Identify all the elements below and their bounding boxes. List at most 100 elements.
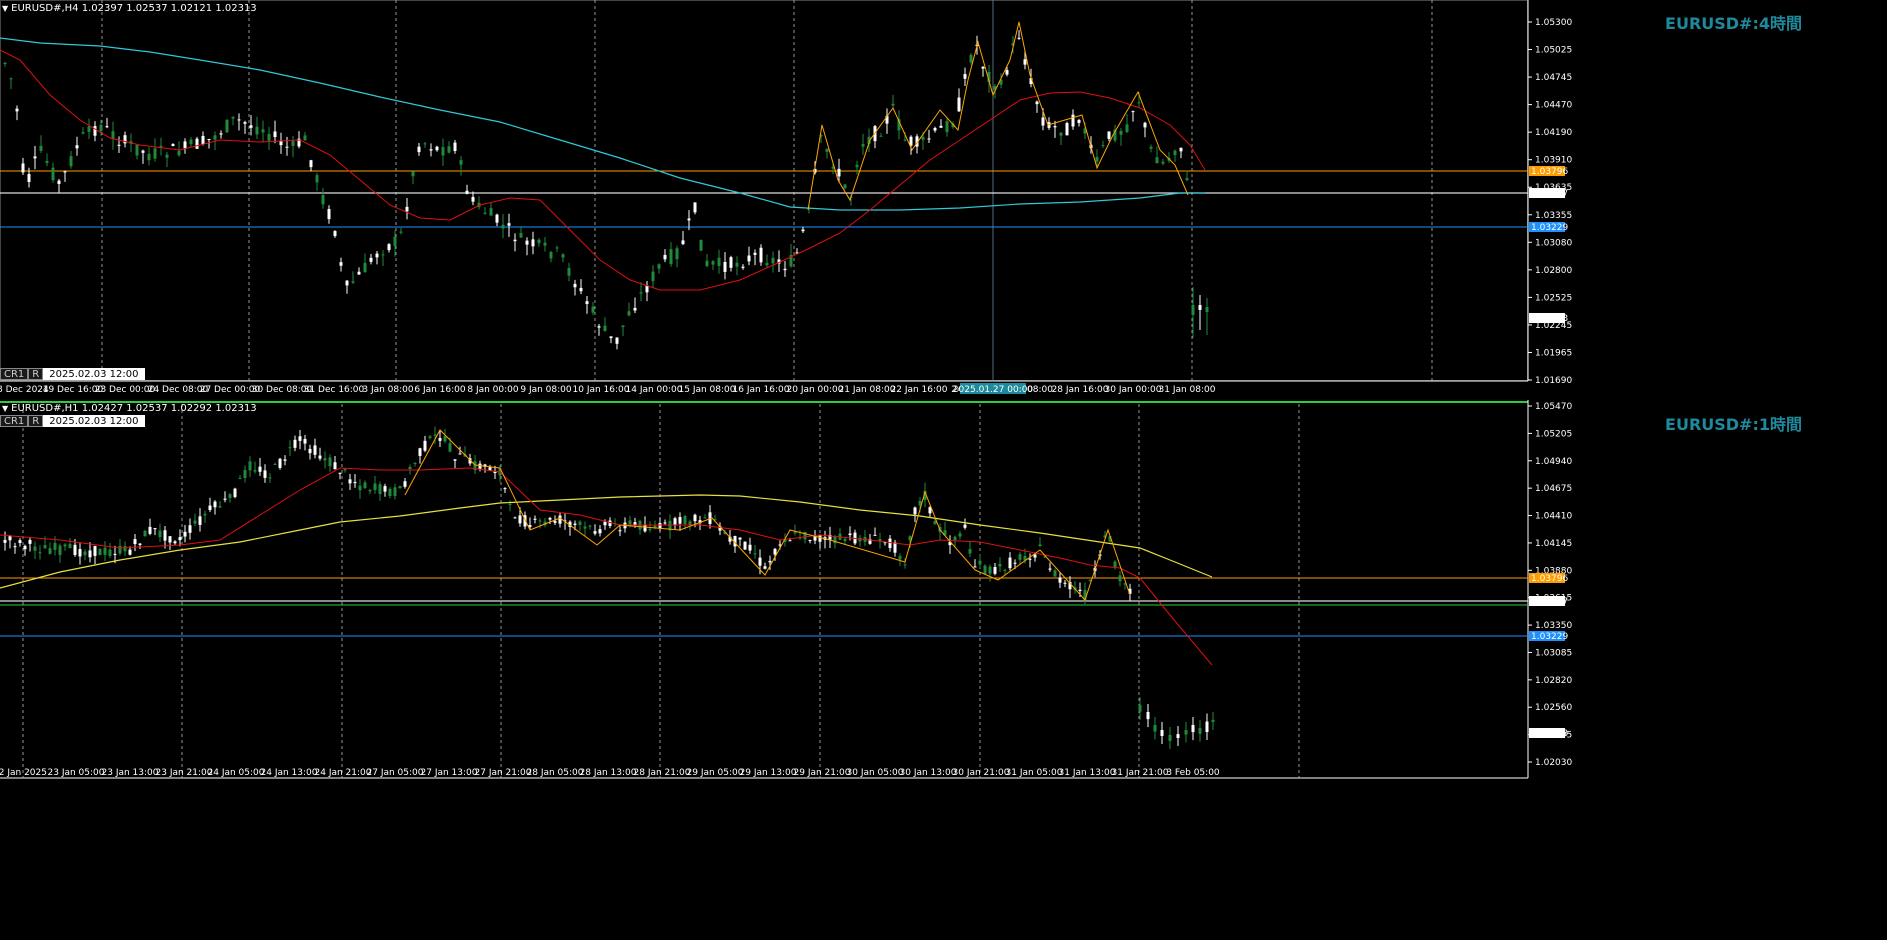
h1-candle [53, 543, 57, 550]
r-label[interactable]: R [28, 415, 44, 427]
h1-candle [28, 539, 32, 544]
h1-candle [1160, 730, 1164, 736]
h4-candle [729, 257, 733, 268]
h4-time-label: 9 Jan 08:00 [520, 385, 572, 395]
h4-candle [543, 242, 547, 246]
h1-candle [188, 525, 192, 533]
h1-candle [1191, 725, 1195, 733]
h4-candle [75, 145, 79, 149]
h1-candle [203, 513, 207, 516]
h4-candle [429, 149, 433, 151]
h1-time-label: 29 Jan 21:00 [794, 768, 851, 778]
h1-candle [113, 553, 117, 555]
h4-candle [141, 150, 145, 153]
h4-candle [513, 239, 517, 242]
collapse-triangle-icon[interactable]: ▼ [2, 4, 8, 13]
h4-candle [705, 260, 709, 267]
h1-time-label: 22 Jan 2025 [0, 768, 47, 778]
h1-candle [8, 535, 12, 541]
h4-candle [69, 156, 73, 167]
h1-time-label: 23 Jan 13:00 [102, 768, 159, 778]
h4-candle [261, 129, 265, 133]
h4-candle [621, 325, 625, 328]
cr1-label[interactable]: CR1 [0, 415, 29, 427]
h4-candle [501, 224, 505, 229]
h4-price-label: 1.04470 [1535, 101, 1572, 111]
h1-candle [383, 486, 387, 492]
h1-price-label: 1.03085 [1535, 648, 1572, 658]
h1-current-tag: 1.02313 [1531, 729, 1568, 739]
h4-candle [459, 160, 463, 165]
h4-candle [171, 144, 175, 147]
h1-candle [328, 457, 332, 467]
h4-candle [861, 143, 865, 147]
cr1-label[interactable]: CR1 [0, 368, 29, 380]
h1-time-label: 23 Jan 21:00 [156, 768, 213, 778]
h1-candle [898, 556, 902, 560]
h4-candle [597, 326, 601, 328]
h4-candle [447, 146, 451, 153]
h1-zigzag [404, 429, 1131, 601]
h1-candle [418, 448, 422, 456]
h4-candle [327, 209, 331, 220]
h4-candle [399, 231, 403, 233]
h1-candle [848, 533, 852, 536]
h4-candle [903, 139, 907, 141]
h4-candle [15, 108, 19, 112]
h1-candle [1168, 735, 1172, 741]
h1-candle [758, 557, 762, 566]
h1-candle [978, 560, 982, 565]
h1-candle [323, 458, 327, 461]
h4-candle [243, 122, 247, 124]
h4-candle [1107, 131, 1111, 139]
h4-blue-tag: 1.03229 [1531, 223, 1568, 233]
h4-candle [483, 212, 487, 214]
h4-candle [771, 257, 775, 264]
h1-candle [973, 566, 977, 568]
h4-price-label: 1.05300 [1535, 18, 1572, 28]
h1-chart-canvas[interactable]: 1.05470 1.05205 1.04940 1.04675 1.04410 1.041… [0, 400, 1887, 940]
h4-candle [555, 247, 559, 249]
h1-candle [338, 472, 342, 474]
h1-candle [448, 443, 452, 452]
h1-candle [583, 526, 587, 529]
h4-candle [573, 283, 577, 288]
h1-candle [253, 469, 257, 472]
h4-candle [1161, 161, 1165, 164]
h4-chart-canvas[interactable]: 1.05300 1.05025 1.04745 1.04470 1.04190 1.039… [0, 0, 1887, 398]
h4-candle [249, 125, 253, 128]
h1-time-label: 31 Jan 21:00 [1112, 768, 1169, 778]
h4-candle [99, 124, 103, 131]
h4-candle [1198, 305, 1202, 310]
h4-price-label: 1.05025 [1535, 46, 1572, 56]
h1-candle [123, 546, 127, 552]
r-label[interactable]: R [28, 368, 44, 380]
h4-candle [105, 126, 109, 128]
h4-candle [1191, 305, 1195, 315]
h1-time-label: 27 Jan 21:00 [475, 768, 532, 778]
h4-price-label: 1.01965 [1535, 348, 1572, 358]
h4-candle [1017, 37, 1021, 39]
h4-candle [111, 131, 115, 139]
h1-candle [373, 483, 377, 491]
h1-candle [693, 514, 697, 522]
h4-candle [963, 74, 967, 79]
h1-chart-pane[interactable]: 1.05470 1.05205 1.04940 1.04675 1.04410 1.041… [0, 400, 1887, 940]
h1-blue-tag: 1.03229 [1531, 632, 1568, 642]
h1-candle [528, 525, 532, 527]
h4-time-label: 15 Jan 08:00 [679, 385, 736, 395]
h4-current-tag: 1.02313 [1531, 314, 1568, 324]
h1-candle [558, 515, 562, 524]
h1-candle [888, 538, 892, 549]
h1-time-label: 28 Jan 21:00 [634, 768, 691, 778]
h1-time-label: 24 Jan 21:00 [315, 768, 372, 778]
h1-candle [118, 545, 122, 554]
h4-chart-pane[interactable]: 1.05300 1.05025 1.04745 1.04470 1.04190 1.039… [0, 0, 1887, 398]
h1-candle [173, 541, 177, 544]
collapse-triangle-icon[interactable]: ▼ [2, 404, 8, 413]
h1-candle [103, 547, 107, 555]
h1-candle [548, 517, 552, 520]
h4-candle [1041, 117, 1045, 126]
h4-candle [1053, 126, 1057, 128]
h1-candle [413, 462, 417, 464]
